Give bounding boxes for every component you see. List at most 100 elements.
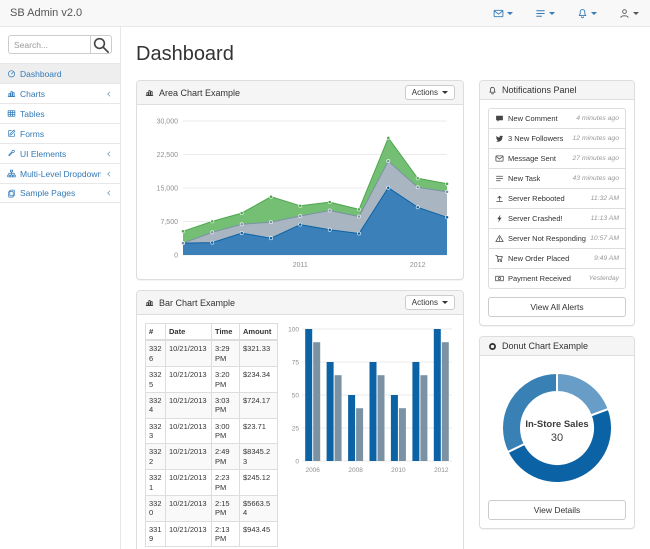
donut-segment[interactable] <box>556 371 610 417</box>
transactions-table: # Date Time Amount 3326 10/21/2013 3:29 PM $321… <box>145 323 278 548</box>
table-cell: 2:49 PM <box>211 443 240 471</box>
table-row[interactable]: 3325 10/21/2013 3:20 PM $234.34 <box>145 366 278 393</box>
area-actions-button[interactable]: Actions <box>404 85 455 100</box>
table-cell: $321.33 <box>239 339 278 368</box>
table-cell: 3325 <box>145 366 166 393</box>
table-row[interactable]: 3326 10/21/2013 3:29 PM $321.33 <box>145 339 278 368</box>
table-row[interactable]: 3319 10/21/2013 2:13 PM $943.45 <box>145 520 278 548</box>
table-header: Date <box>165 323 212 342</box>
bell-icon <box>488 86 497 95</box>
notification-item-payment-received[interactable]: Payment Received Yesterday <box>488 268 626 289</box>
notification-time: Yesterday <box>588 275 619 282</box>
svg-text:2006: 2006 <box>305 467 320 474</box>
sidebar-item-tables[interactable]: Tables <box>0 103 120 123</box>
tasks-dropdown[interactable] <box>524 0 566 26</box>
messages-dropdown[interactable] <box>482 0 524 26</box>
user-icon <box>619 8 630 19</box>
table-cell: $724.17 <box>239 391 278 419</box>
donut-center-label: In-Store Sales <box>525 419 588 430</box>
edit-icon <box>7 129 16 138</box>
svg-text:15,000: 15,000 <box>157 186 179 193</box>
notification-item-server-crashed[interactable]: Server Crashed! 11:13 AM <box>488 208 626 229</box>
sidebar-item-label: Sample Pages <box>20 188 76 198</box>
alerts-dropdown[interactable] <box>566 0 608 26</box>
search-button[interactable] <box>90 35 112 54</box>
brand-link[interactable]: SB Admin v2.0 <box>0 7 92 19</box>
table-row[interactable]: 3323 10/21/2013 3:00 PM $23.71 <box>145 417 278 445</box>
sidebar-item-sample-pages[interactable]: Sample Pages <box>0 183 120 203</box>
notification-label: Message Sent <box>508 154 556 163</box>
notification-item-new-order-placed[interactable]: New Order Placed 9:49 AM <box>488 248 626 269</box>
view-all-alerts-button[interactable]: View All Alerts <box>488 297 626 317</box>
bell-icon <box>577 8 588 19</box>
notification-time: 11:13 AM <box>590 215 619 222</box>
panel-title: Notifications Panel <box>502 85 577 95</box>
table-cell: 3:00 PM <box>211 417 240 445</box>
search-input[interactable] <box>8 35 90 54</box>
svg-text:30,000: 30,000 <box>157 119 179 126</box>
table-cell: 3319 <box>145 520 166 548</box>
bar-actions-button[interactable]: Actions <box>404 295 455 310</box>
svg-text:2008: 2008 <box>348 467 363 474</box>
left-column: Area Chart Example Actions 0 7,500 15,000 2… <box>136 80 464 549</box>
view-details-button[interactable]: View Details <box>488 500 626 520</box>
table-cell: $5663.54 <box>239 494 278 522</box>
notification-item-server-rebooted[interactable]: Server Rebooted 11:32 AM <box>488 188 626 209</box>
panel-title: Bar Chart Example <box>159 297 236 308</box>
svg-text:2012: 2012 <box>410 262 426 269</box>
wrench-icon <box>7 149 16 158</box>
bar <box>441 342 449 461</box>
table-cell: $23.71 <box>239 417 278 445</box>
table-cell: 2:13 PM <box>211 520 240 548</box>
sidebar-item-forms[interactable]: Forms <box>0 123 120 143</box>
sidebar-item-label: Dashboard <box>20 68 62 79</box>
bar <box>356 408 364 461</box>
twitter-icon <box>495 134 504 143</box>
panel-title: Area Chart Example <box>159 87 241 98</box>
sidebar-search <box>0 27 120 63</box>
notification-item-new-task[interactable]: New Task 43 minutes ago <box>488 168 626 189</box>
notification-label: Server Crashed! <box>508 214 563 223</box>
bar-chart: 0 25 50 75 100 2006 2008 2010 2012 <box>284 323 456 475</box>
donut-segment[interactable] <box>501 371 558 454</box>
user-dropdown[interactable] <box>608 0 650 26</box>
svg-text:2011: 2011 <box>293 262 308 269</box>
donut-chart: In-Store Sales 30 <box>488 364 626 492</box>
sidebar-item-dashboard[interactable]: Dashboard <box>0 63 120 83</box>
bar <box>326 362 334 461</box>
svg-text:25: 25 <box>292 425 300 432</box>
page-title: Dashboard <box>136 43 234 65</box>
table-row[interactable]: 3320 10/21/2013 2:15 PM $5663.54 <box>145 494 278 522</box>
notification-item-new-comment[interactable]: New Comment 4 minutes ago <box>488 108 626 129</box>
table-row[interactable]: 3324 10/21/2013 3:03 PM $724.17 <box>145 391 278 419</box>
donut-chart-svg: In-Store Sales 30 <box>501 371 613 485</box>
envelope-icon <box>493 8 504 19</box>
bar <box>369 362 377 461</box>
notification-item-message-sent[interactable]: Message Sent 27 minutes ago <box>488 148 626 169</box>
bar-chart-icon <box>145 298 154 307</box>
table-row[interactable]: 3322 10/21/2013 2:49 PM $8345.23 <box>145 443 278 471</box>
bar <box>305 329 313 461</box>
area-chart-panel: Area Chart Example Actions 0 7,500 15,000 2… <box>136 80 464 280</box>
notification-time: 27 minutes ago <box>572 155 619 162</box>
notification-time: 10:57 AM <box>590 235 619 242</box>
chevron-left-icon <box>105 90 113 98</box>
notification-item-3-new-followers[interactable]: 3 New Followers 12 minutes ago <box>488 128 626 149</box>
table-cell: 10/21/2013 <box>165 520 212 548</box>
table-cell: $943.45 <box>239 520 278 548</box>
bar <box>398 408 406 461</box>
sidebar-item-multi-level-dropdown[interactable]: Multi-Level Dropdown <box>0 163 120 183</box>
sidebar-item-ui-elements[interactable]: UI Elements <box>0 143 120 163</box>
sidebar-item-charts[interactable]: Charts <box>0 83 120 103</box>
table-row[interactable]: 3321 10/21/2013 2:23 PM $245.12 <box>145 469 278 496</box>
caret-down-icon <box>507 11 513 15</box>
notification-label: 3 New Followers <box>508 134 564 143</box>
notifications-panel-heading: Notifications Panel <box>480 81 634 100</box>
notification-label: New Order Placed <box>508 254 570 263</box>
notification-item-server-not-responding[interactable]: Server Not Responding 10:57 AM <box>488 228 626 249</box>
table-cell: 3:20 PM <box>211 366 240 393</box>
table-cell: 10/21/2013 <box>165 494 212 522</box>
sitemap-icon <box>7 169 16 178</box>
notification-label: Server Rebooted <box>508 194 565 203</box>
donut-chart-panel-heading: Donut Chart Example <box>480 337 634 356</box>
